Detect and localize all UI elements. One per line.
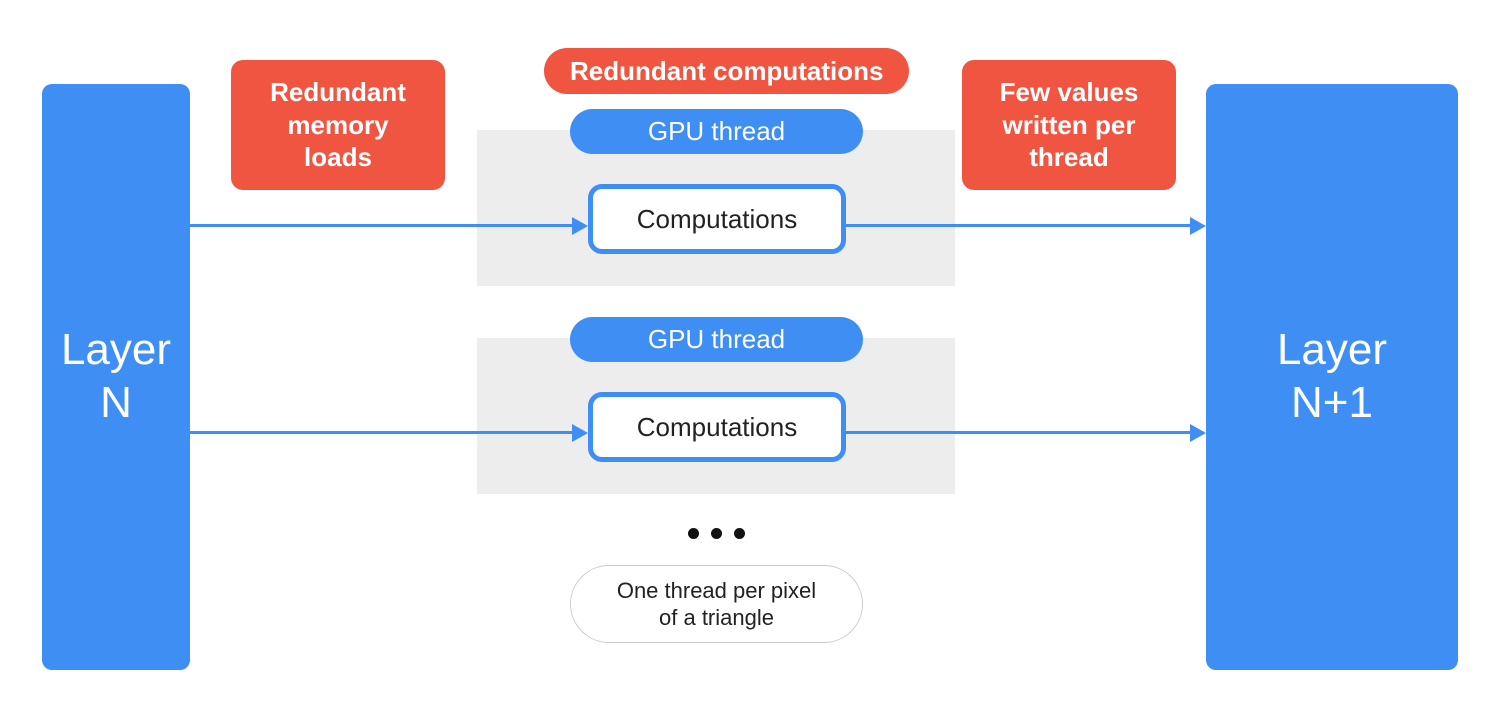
layer-n-label-line1: Layer xyxy=(61,324,171,377)
arrow-1-left-head xyxy=(572,217,588,235)
ellipsis-dot xyxy=(711,528,722,539)
ellipsis-dot xyxy=(734,528,745,539)
gpu-thread-pill-1-text: GPU thread xyxy=(648,116,785,147)
computations-box-2-text: Computations xyxy=(637,412,797,443)
layer-n1-box: Layer N+1 xyxy=(1206,84,1458,670)
computations-box-2: Computations xyxy=(588,392,846,462)
gpu-thread-pill-2-text: GPU thread xyxy=(648,324,785,355)
footnote-line2: of a triangle xyxy=(659,604,774,632)
layer-n-label-line2: N xyxy=(100,377,132,430)
callout-few-values: Few values written per thread xyxy=(962,60,1176,190)
callout-redundant-computations: Redundant computations xyxy=(544,48,909,94)
arrow-2-left-head xyxy=(572,424,588,442)
callout-redundant-memory-text: Redundant memory loads xyxy=(251,76,425,174)
computations-box-1: Computations xyxy=(588,184,846,254)
arrow-2-left-line xyxy=(190,431,572,434)
ellipsis-dots xyxy=(688,528,745,539)
gpu-thread-pill-2: GPU thread xyxy=(570,317,863,362)
arrow-2-right-line xyxy=(846,431,1190,434)
arrow-1-right-head xyxy=(1190,217,1206,235)
callout-redundant-computations-text: Redundant computations xyxy=(570,56,883,87)
layer-n-box: Layer N xyxy=(42,84,190,670)
arrow-1-right-line xyxy=(846,224,1190,227)
arrow-1-left-line xyxy=(190,224,572,227)
layer-n1-label-line2: N+1 xyxy=(1291,377,1373,430)
callout-few-values-text: Few values written per thread xyxy=(982,76,1156,174)
layer-n1-label-line1: Layer xyxy=(1277,324,1387,377)
ellipsis-dot xyxy=(688,528,699,539)
gpu-thread-pill-1: GPU thread xyxy=(570,109,863,154)
callout-redundant-memory: Redundant memory loads xyxy=(231,60,445,190)
arrow-2-right-head xyxy=(1190,424,1206,442)
footnote-line1: One thread per pixel xyxy=(617,577,816,605)
computations-box-1-text: Computations xyxy=(637,204,797,235)
footnote-pill: One thread per pixel of a triangle xyxy=(570,565,863,643)
